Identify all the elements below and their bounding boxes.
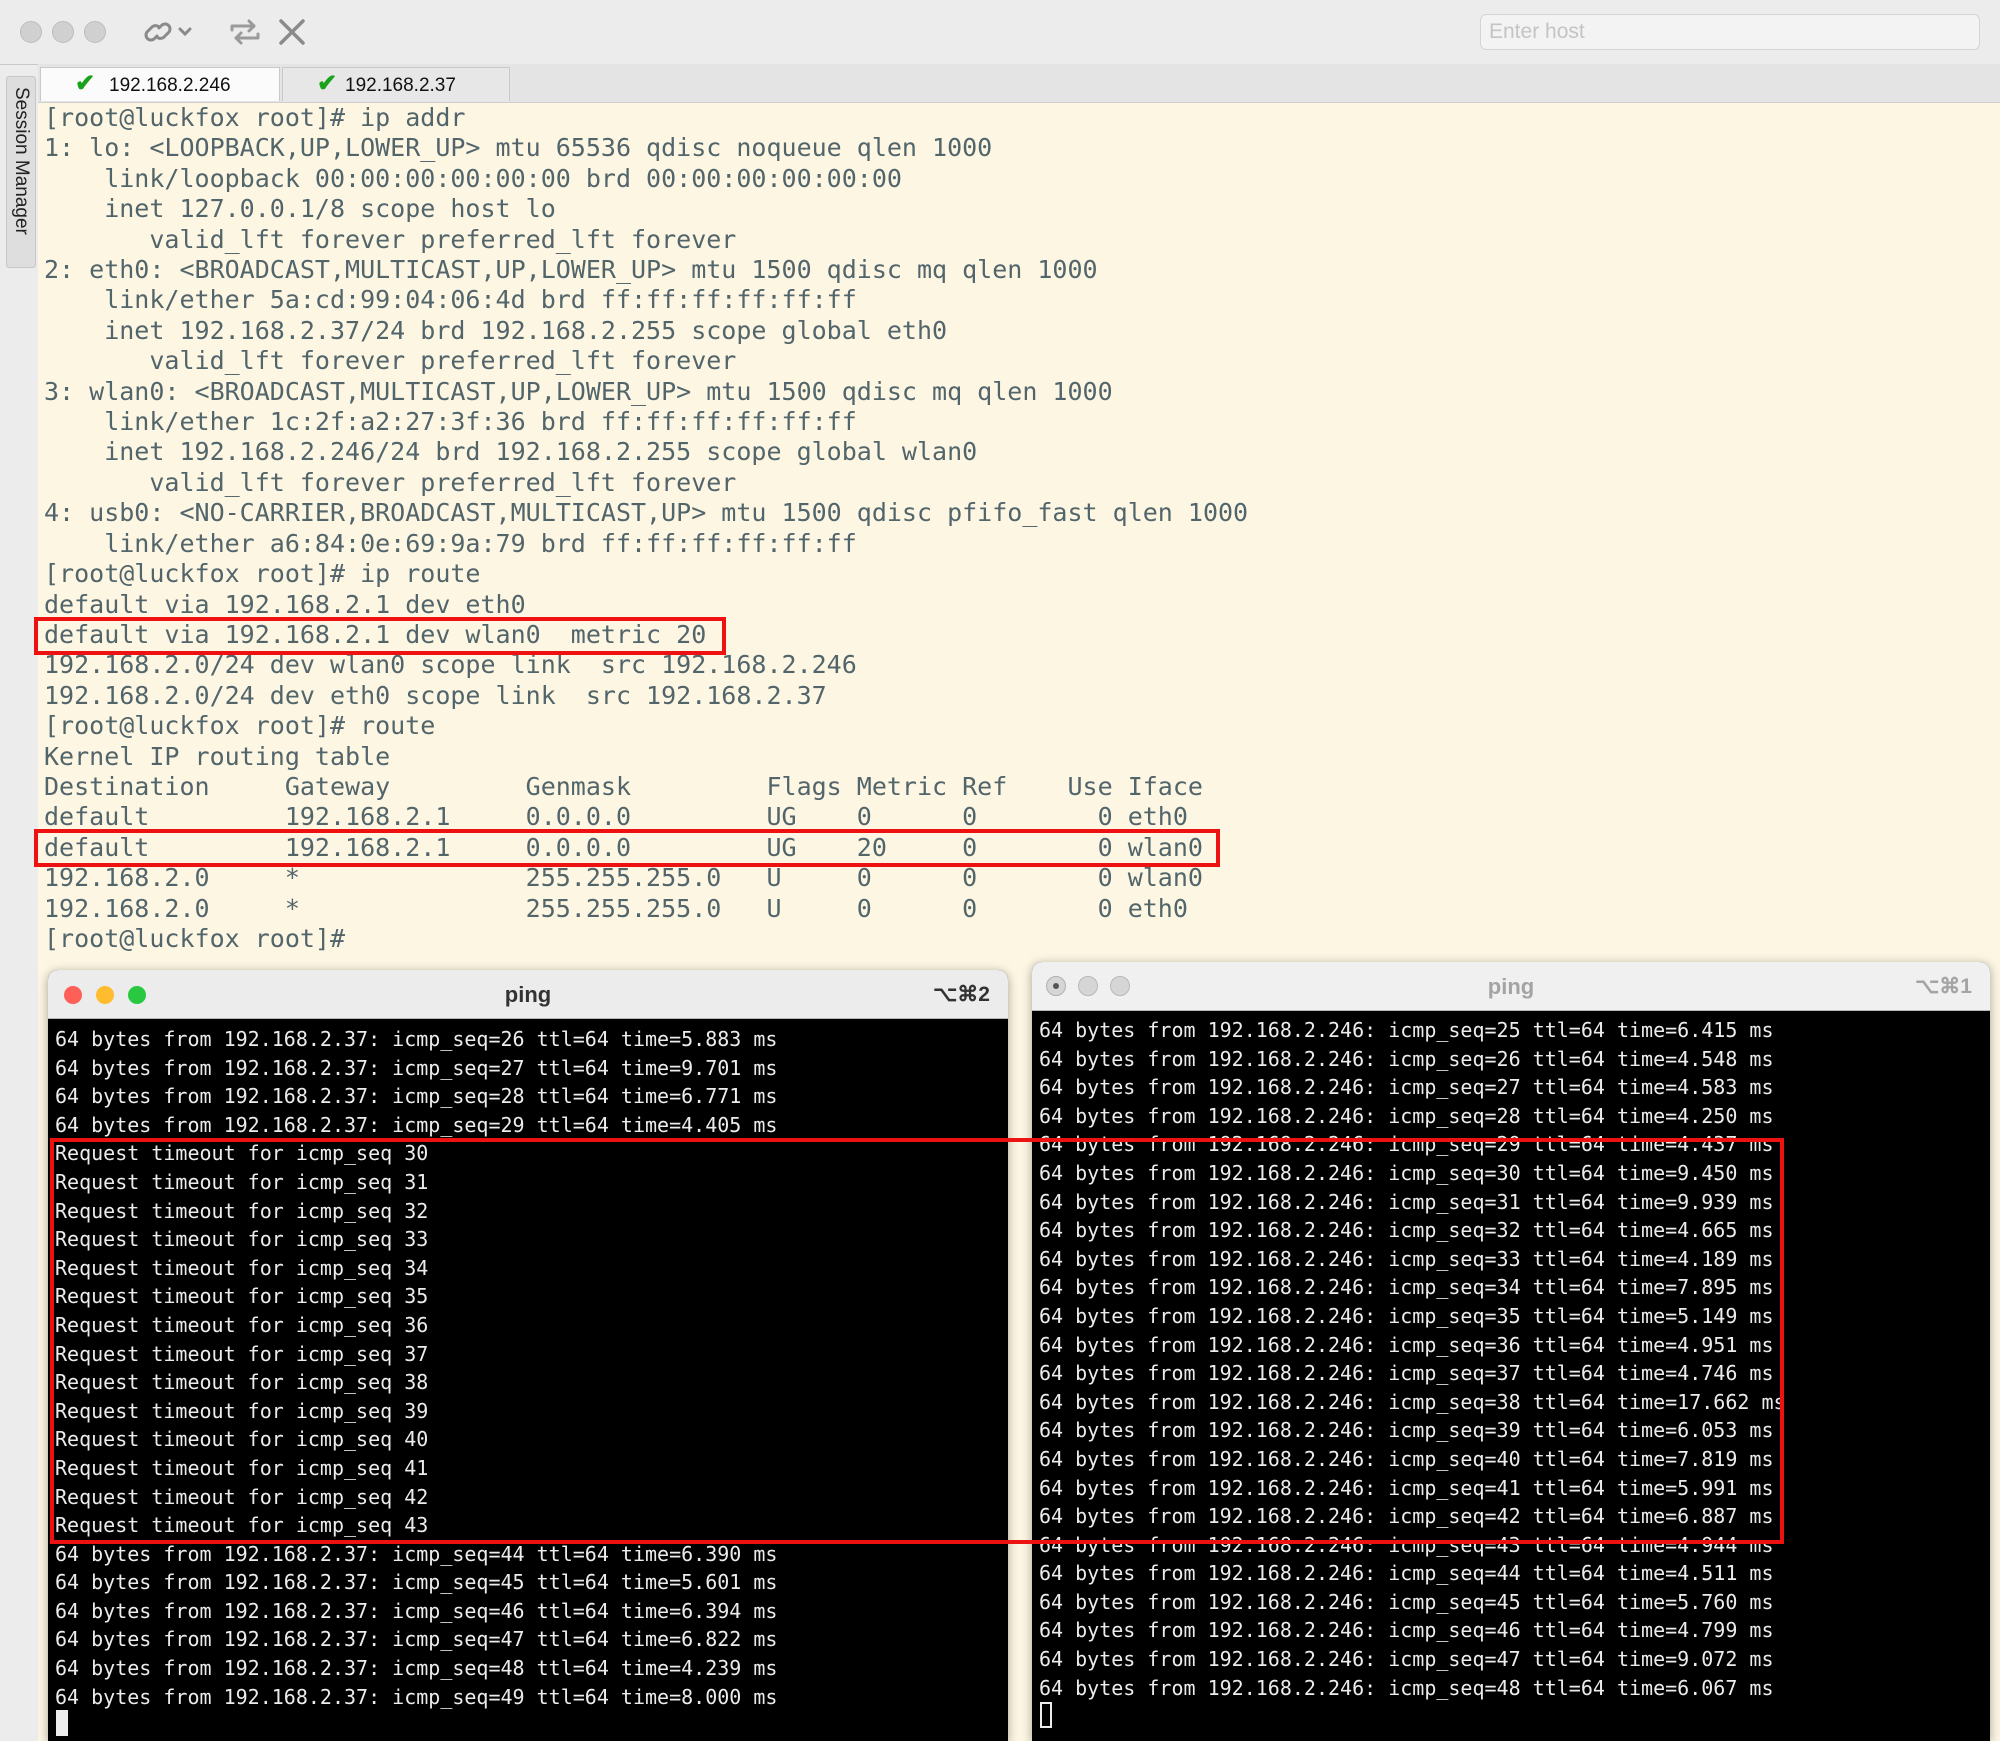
tab-label: 192.168.2.37 [345, 75, 456, 96]
session-manager-label: Session Manager [11, 87, 32, 235]
repeat-icon[interactable] [228, 14, 262, 59]
terminal-line: 4: usb0: <NO-CARRIER,BROADCAST,MULTICAST… [44, 498, 1249, 528]
terminal-line: link/ether 1c:2f:a2:27:3f:36 brd ff:ff:f… [44, 407, 857, 437]
terminal-line: [root@luckfox root]# ip addr [44, 103, 466, 132]
close-icon[interactable] [276, 14, 308, 59]
terminal-line: 192.168.2.0 * 255.255.255.0 U 0 0 0 wlan… [44, 863, 1203, 893]
window-zoom-dot[interactable] [84, 21, 106, 43]
window-shortcut: ⌥⌘1 [1915, 975, 1972, 998]
terminal-line: 64 bytes from 192.168.2.37: icmp_seq=27 … [55, 1055, 778, 1080]
check-icon: ✔ [75, 70, 96, 97]
highlight-box-ip-route [34, 617, 726, 655]
app-toolbar [0, 0, 2000, 65]
terminal-line: link/loopback 00:00:00:00:00:00 brd 00:0… [44, 163, 902, 193]
terminal-line: 64 bytes from 192.168.2.37: icmp_seq=26 … [55, 1027, 778, 1051]
check-icon: ✔ [317, 70, 338, 97]
terminal-line: [root@luckfox root]# route [44, 711, 436, 741]
terminal-line: default 192.168.2.1 0.0.0.0 UG 0 0 0 eth… [44, 802, 1188, 832]
terminal-line: inet 192.168.2.37/24 brd 192.168.2.255 s… [44, 315, 948, 345]
terminal-line: inet 127.0.0.1/8 scope host lo [44, 194, 556, 224]
terminal-line: [root@luckfox root]# ip route [44, 559, 481, 589]
ping-window-titlebar: ping ⌥⌘1 [1032, 962, 1990, 1011]
terminal-line: 64 bytes from 192.168.2.37: icmp_seq=47 … [55, 1627, 778, 1652]
highlight-box-timeouts [50, 1138, 1784, 1544]
terminal-line: 64 bytes from 192.168.2.246: icmp_seq=25… [1039, 1018, 1774, 1042]
tab-192-168-2-246[interactable]: ✔ 192.168.2.246 [40, 67, 280, 101]
terminal-line: 192.168.2.0 * 255.255.255.0 U 0 0 0 eth0 [44, 893, 1188, 923]
terminal-line: 64 bytes from 192.168.2.37: icmp_seq=44 … [55, 1541, 778, 1566]
terminal-line: 1: lo: <LOOPBACK,UP,LOWER_UP> mtu 65536 … [44, 133, 993, 163]
terminal-line: 64 bytes from 192.168.2.37: icmp_seq=45 … [55, 1570, 778, 1595]
terminal-line: link/ether 5a:cd:99:04:06:4d brd ff:ff:f… [44, 285, 857, 315]
terminal-cursor [1040, 1702, 1052, 1728]
terminal-line: valid_lft forever preferred_lft forever [44, 346, 737, 376]
terminal-output: [root@luckfox root]# ip addr 1: lo: <LOO… [44, 103, 1248, 954]
terminal-line: 64 bytes from 192.168.2.246: icmp_seq=45… [1039, 1589, 1774, 1614]
terminal-line: 64 bytes from 192.168.2.246: icmp_seq=48… [1039, 1675, 1774, 1700]
terminal-line: 2: eth0: <BROADCAST,MULTICAST,UP,LOWER_U… [44, 255, 1098, 285]
terminal-line: [root@luckfox root]# [44, 923, 346, 953]
terminal-line: 64 bytes from 192.168.2.246: icmp_seq=26… [1039, 1046, 1774, 1071]
window-close-dot[interactable] [20, 21, 42, 43]
window-shortcut: ⌥⌘2 [933, 983, 990, 1006]
terminal-line: Kernel IP routing table [44, 741, 391, 771]
terminal-line: 64 bytes from 192.168.2.246: icmp_seq=28… [1039, 1103, 1774, 1128]
terminal-line: link/ether a6:84:0e:69:9a:79 brd ff:ff:f… [44, 528, 857, 558]
window-title: ping [504, 982, 552, 1007]
ping-window-titlebar: ping ⌥⌘2 [48, 970, 1008, 1019]
terminal-line: 64 bytes from 192.168.2.246: icmp_seq=47… [1039, 1647, 1774, 1672]
terminal-cursor [56, 1710, 68, 1736]
session-tab-bar: ✔ 192.168.2.246 ✔ 192.168.2.37 [38, 64, 2000, 103]
terminal-line: valid_lft forever preferred_lft forever [44, 224, 737, 254]
tab-label: 192.168.2.246 [109, 75, 231, 96]
terminal-line: 64 bytes from 192.168.2.37: icmp_seq=28 … [55, 1084, 778, 1109]
terminal-line: 64 bytes from 192.168.2.246: icmp_seq=46… [1039, 1618, 1774, 1643]
terminal-line: 64 bytes from 192.168.2.246: icmp_seq=27… [1039, 1075, 1774, 1100]
terminal-line: 192.168.2.0/24 dev eth0 scope link src 1… [44, 680, 827, 710]
link-icon[interactable] [144, 14, 200, 59]
highlight-box-route-table [34, 829, 1220, 867]
terminal-line: 64 bytes from 192.168.2.37: icmp_seq=49 … [55, 1684, 778, 1709]
terminal-line: 64 bytes from 192.168.2.37: icmp_seq=46 … [55, 1598, 778, 1623]
terminal-line: Destination Gateway Genmask Flags Metric… [44, 771, 1203, 801]
terminal-line: 64 bytes from 192.168.2.37: icmp_seq=29 … [55, 1112, 778, 1137]
terminal-line: valid_lft forever preferred_lft forever [44, 467, 737, 497]
host-input[interactable] [1480, 14, 1980, 50]
terminal-line: 64 bytes from 192.168.2.246: icmp_seq=44… [1039, 1561, 1774, 1586]
terminal-line: default via 192.168.2.1 dev eth0 [44, 589, 526, 619]
session-manager-tab[interactable]: Session Manager [6, 76, 36, 268]
terminal-line: inet 192.168.2.246/24 brd 192.168.2.255 … [44, 437, 978, 467]
window-minimize-dot[interactable] [52, 21, 74, 43]
tab-192-168-2-37[interactable]: ✔ 192.168.2.37 [282, 67, 510, 101]
terminal-line: 3: wlan0: <BROADCAST,MULTICAST,UP,LOWER_… [44, 376, 1113, 406]
terminal-line: 64 bytes from 192.168.2.37: icmp_seq=48 … [55, 1656, 778, 1681]
window-title: ping [1487, 974, 1535, 999]
